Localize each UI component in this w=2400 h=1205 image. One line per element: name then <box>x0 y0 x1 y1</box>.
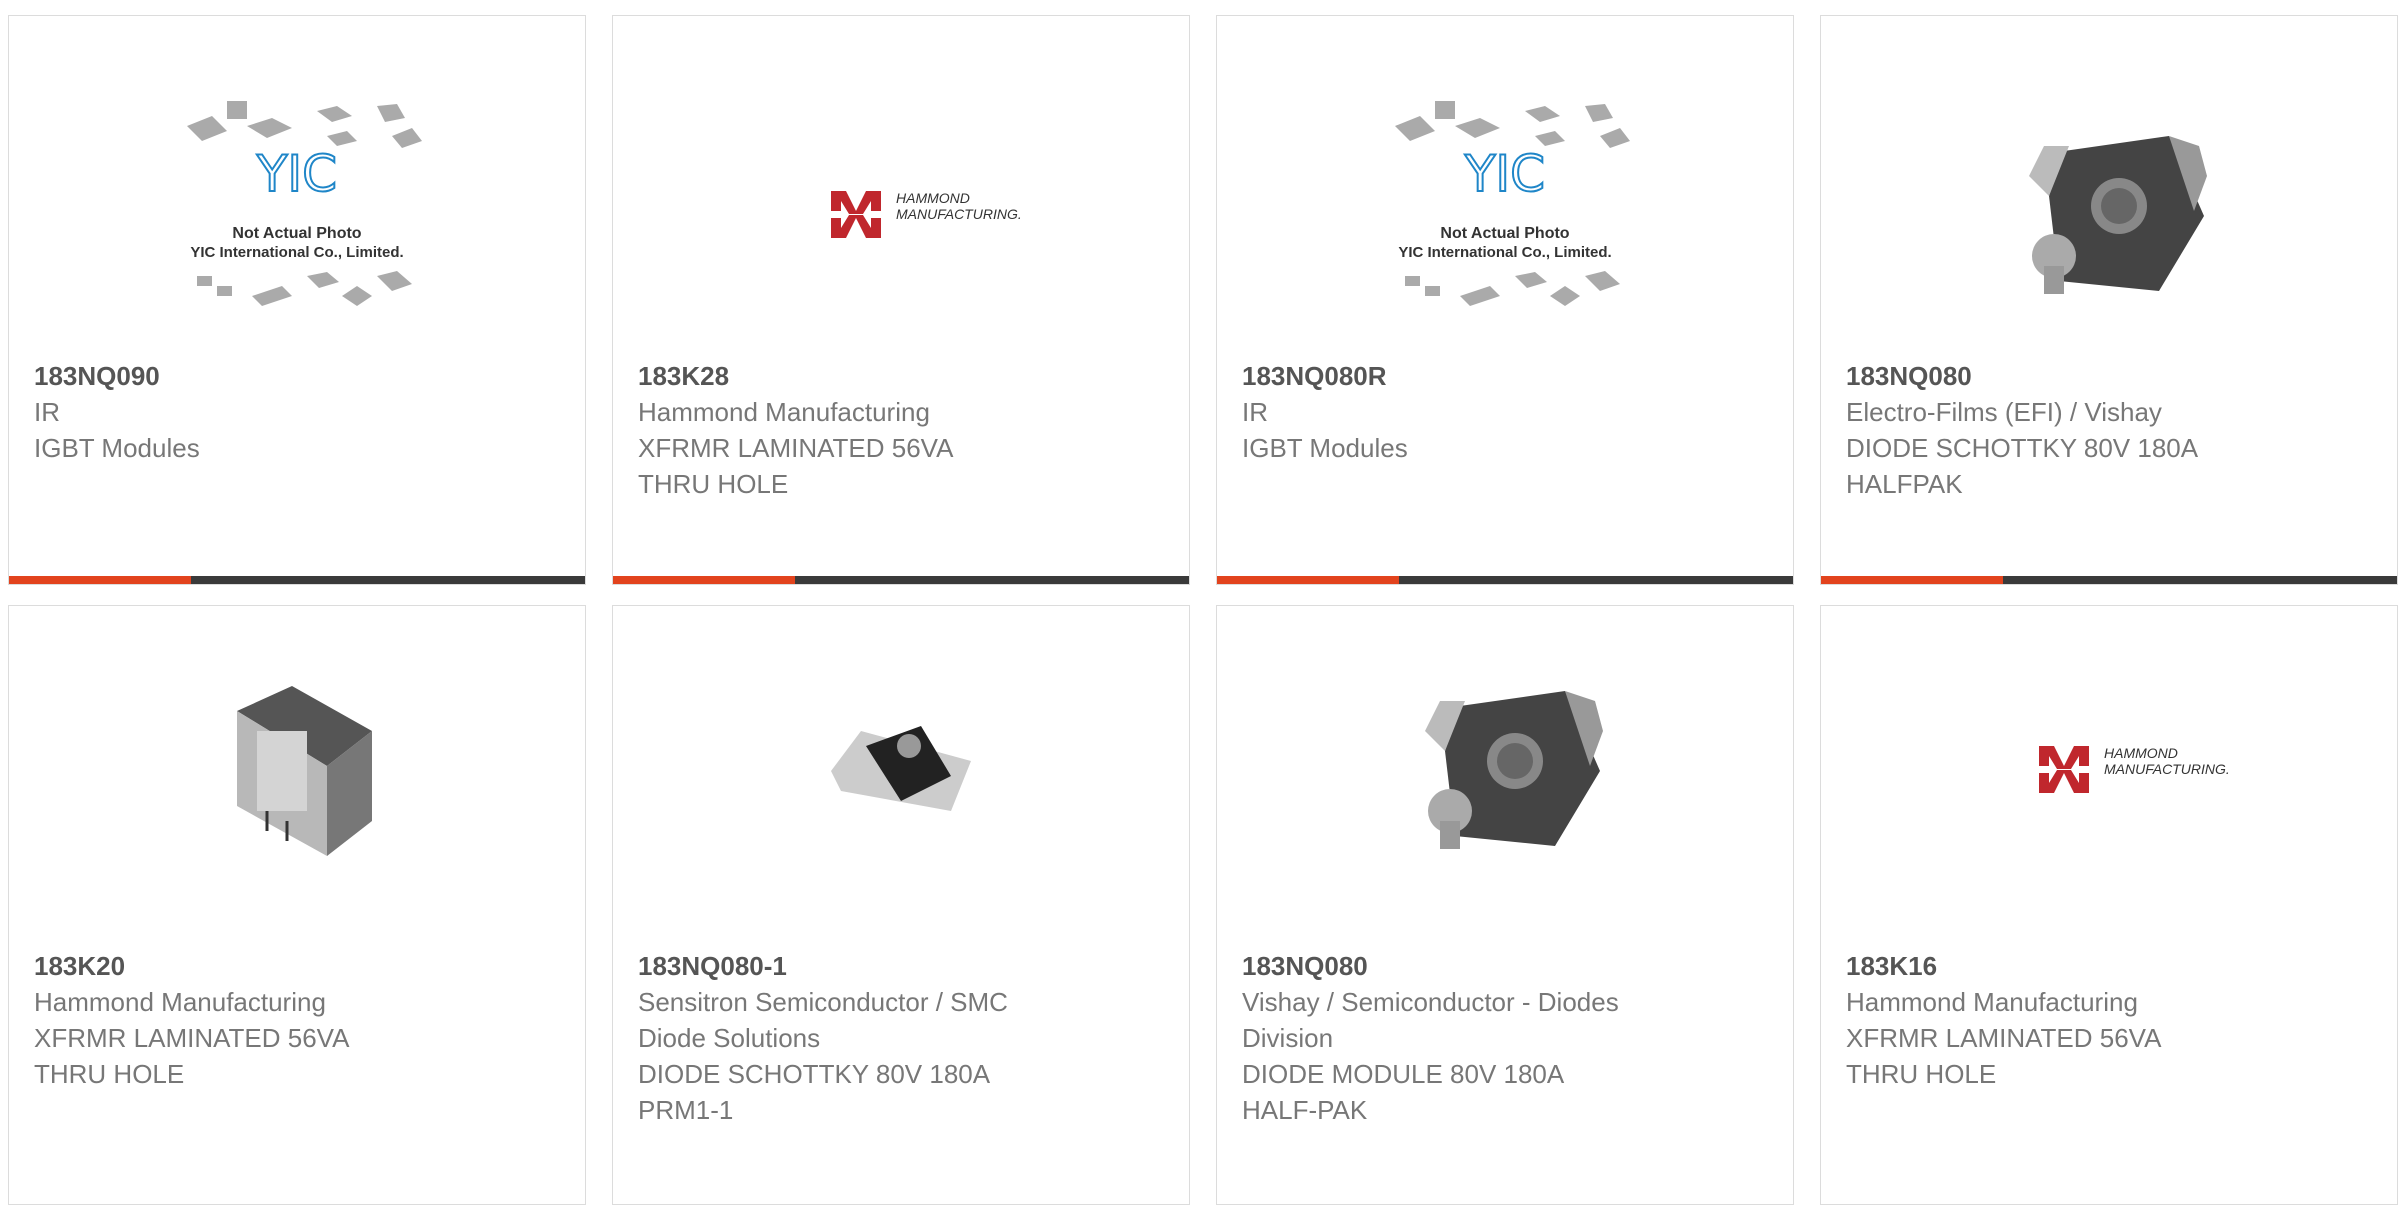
product-info: 183K28 Hammond Manufacturing XFRMR LAMIN… <box>638 358 1164 502</box>
description-line: THRU HOLE <box>34 1059 185 1089</box>
product-card[interactable]: YIC Not Actual Photo YIC International C… <box>8 15 586 585</box>
card-footer-bar <box>9 576 585 584</box>
part-number[interactable]: 183K28 <box>638 358 1164 394</box>
part-number[interactable]: 183NQ090 <box>34 358 560 394</box>
product-card[interactable]: 183K20 Hammond Manufacturing XFRMR LAMIN… <box>8 605 586 1205</box>
product-image[interactable]: YIC Not Actual Photo YIC International C… <box>1217 76 1793 356</box>
product-card[interactable]: YIC Not Actual Photo YIC International C… <box>1216 15 1794 585</box>
card-footer-bar <box>1821 576 2397 584</box>
product-image[interactable] <box>613 666 1189 876</box>
description: XFRMR LAMINATED 56VA <box>638 433 954 463</box>
product-image[interactable] <box>1217 666 1793 876</box>
description: DIODE SCHOTTKY 80V 180A <box>638 1059 991 1089</box>
svg-text:MANUFACTURING.: MANUFACTURING. <box>2104 761 2230 777</box>
svg-text:HAMMOND: HAMMOND <box>2104 745 2178 761</box>
part-number[interactable]: 183NQ080R <box>1242 358 1768 394</box>
card-footer-bar <box>1217 576 1793 584</box>
diode-halfpak-image <box>1425 691 1603 849</box>
description-line: THRU HOLE <box>638 469 789 499</box>
product-image[interactable]: HAMMOND MANUFACTURING. <box>1821 666 2397 876</box>
part-number[interactable]: 183NQ080 <box>1242 948 1768 984</box>
hammond-logo-image: HAMMOND MANUFACTURING. <box>831 190 1022 238</box>
product-image[interactable]: HAMMOND MANUFACTURING. <box>613 76 1189 356</box>
manufacturer-line: Diode Solutions <box>638 1023 821 1053</box>
hammond-logo-image: HAMMOND MANUFACTURING. <box>2039 745 2230 793</box>
product-card[interactable]: 183NQ080 Vishay / Semiconductor - Diodes… <box>1216 605 1794 1205</box>
manufacturer: Hammond Manufacturing <box>638 397 930 427</box>
product-info: 183K16 Hammond Manufacturing XFRMR LAMIN… <box>1846 948 2372 1092</box>
manufacturer: Hammond Manufacturing <box>1846 987 2138 1017</box>
product-info: 183K20 Hammond Manufacturing XFRMR LAMIN… <box>34 948 560 1092</box>
description: IGBT Modules <box>34 433 200 463</box>
svg-text:YIC: YIC <box>1464 145 1545 203</box>
manufacturer: Hammond Manufacturing <box>34 987 326 1017</box>
product-card[interactable]: 183NQ080-1 Sensitron Semiconductor / SMC… <box>612 605 1190 1205</box>
part-number[interactable]: 183NQ080-1 <box>638 948 1164 984</box>
product-image[interactable] <box>9 666 585 876</box>
yic-placeholder-image: YIC Not Actual Photo YIC International C… <box>187 101 422 306</box>
yic-placeholder-image: YIC Not Actual Photo YIC International C… <box>1395 101 1630 306</box>
description-line: HALFPAK <box>1846 469 1963 499</box>
manufacturer-line: Division <box>1242 1023 1334 1053</box>
product-image[interactable] <box>1821 76 2397 356</box>
svg-text:YIC: YIC <box>256 145 337 203</box>
svg-text:MANUFACTURING.: MANUFACTURING. <box>896 206 1022 222</box>
product-info: 183NQ080-1 Sensitron Semiconductor / SMC… <box>638 948 1164 1128</box>
svg-text:HAMMOND: HAMMOND <box>896 190 970 206</box>
manufacturer: Electro-Films (EFI) / Vishay <box>1846 397 2162 427</box>
description: DIODE SCHOTTKY 80V 180A <box>1846 433 2199 463</box>
product-info: 183NQ080 Vishay / Semiconductor - Diodes… <box>1242 948 1768 1128</box>
diode-halfpak-image <box>2029 136 2207 294</box>
description: XFRMR LAMINATED 56VA <box>1846 1023 2162 1053</box>
manufacturer: Sensitron Semiconductor / SMC <box>638 987 1008 1017</box>
svg-text:YIC International Co., Limited: YIC International Co., Limited. <box>1398 244 1611 261</box>
prm-diode-image <box>831 726 971 811</box>
product-image[interactable]: YIC Not Actual Photo YIC International C… <box>9 76 585 356</box>
svg-text:Not Actual Photo: Not Actual Photo <box>1440 225 1569 242</box>
part-number[interactable]: 183K20 <box>34 948 560 984</box>
product-info: 183NQ080 Electro-Films (EFI) / Vishay DI… <box>1846 358 2372 502</box>
product-card[interactable]: HAMMOND MANUFACTURING. 183K28 Hammond Ma… <box>612 15 1190 585</box>
product-info: 183NQ090 IR IGBT Modules <box>34 358 560 466</box>
manufacturer: IR <box>1242 397 1268 427</box>
description: DIODE MODULE 80V 180A <box>1242 1059 1565 1089</box>
description-line: PRM1-1 <box>638 1095 734 1125</box>
description-line: THRU HOLE <box>1846 1059 1997 1089</box>
description: XFRMR LAMINATED 56VA <box>34 1023 350 1053</box>
transformer-image <box>237 686 372 856</box>
product-info: 183NQ080R IR IGBT Modules <box>1242 358 1768 466</box>
product-card[interactable]: 183NQ080 Electro-Films (EFI) / Vishay DI… <box>1820 15 2398 585</box>
card-footer-bar <box>613 576 1189 584</box>
product-card[interactable]: HAMMOND MANUFACTURING. 183K16 Hammond Ma… <box>1820 605 2398 1205</box>
part-number[interactable]: 183K16 <box>1846 948 2372 984</box>
description-line: HALF-PAK <box>1242 1095 1368 1125</box>
svg-text:YIC International Co., Limited: YIC International Co., Limited. <box>190 244 403 261</box>
part-number[interactable]: 183NQ080 <box>1846 358 2372 394</box>
manufacturer: IR <box>34 397 60 427</box>
description: IGBT Modules <box>1242 433 1408 463</box>
svg-text:Not Actual Photo: Not Actual Photo <box>232 225 361 242</box>
manufacturer: Vishay / Semiconductor - Diodes <box>1242 987 1619 1017</box>
